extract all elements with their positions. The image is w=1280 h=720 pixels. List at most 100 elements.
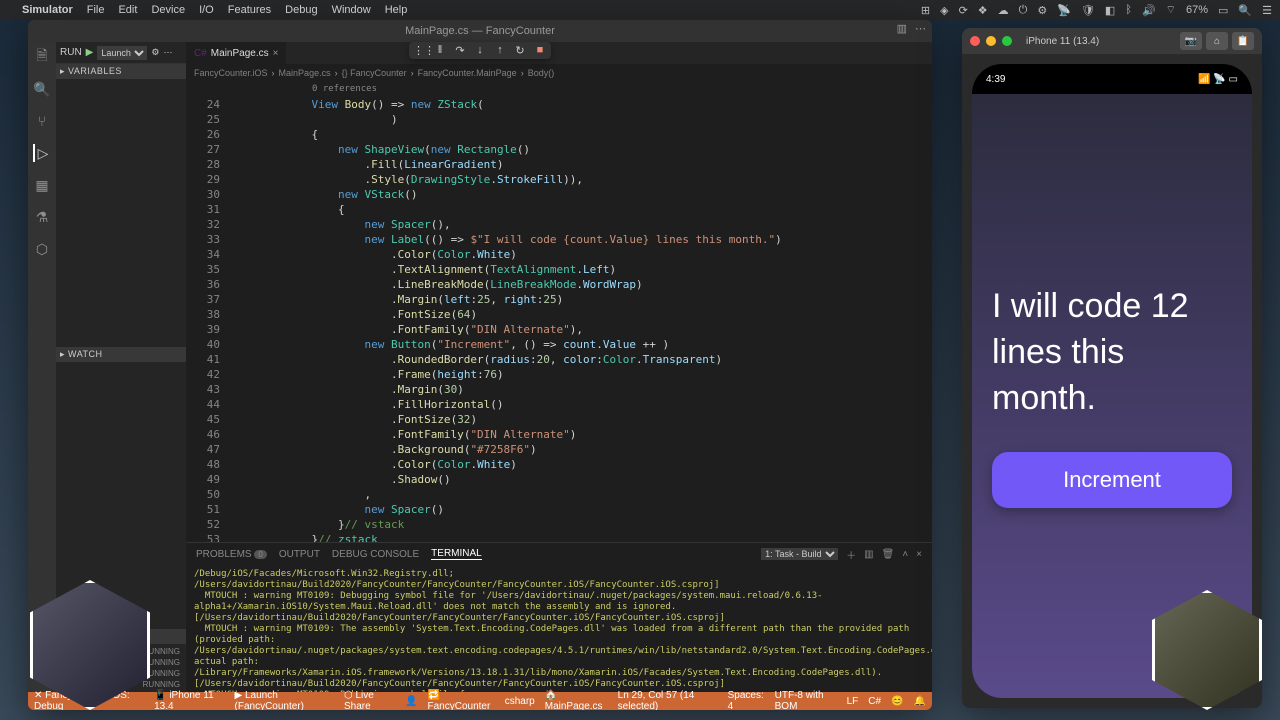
test-icon[interactable]: ⚗ — [33, 208, 51, 226]
status-icon[interactable]: 📡 — [1057, 4, 1071, 17]
terminal-select[interactable]: 1: Task - Build — [761, 548, 838, 560]
tab-debug-console[interactable]: DEBUG CONSOLE — [332, 549, 419, 560]
status-item[interactable]: csharp — [505, 696, 535, 707]
screenshot-button[interactable]: 📷 — [1180, 32, 1202, 50]
phone-status-icons: 📶 📡 ▭ — [1198, 74, 1238, 85]
debug-toolbar: ⋮⋮ ‖ ↷ ↓ ↑ ↻ ■ — [409, 42, 551, 59]
status-item[interactable]: 🏠 MainPage.cs — [545, 690, 608, 710]
status-icon[interactable]: ⟳ — [959, 4, 968, 17]
status-item[interactable]: LF — [847, 696, 859, 707]
menu-edit[interactable]: Edit — [118, 4, 137, 16]
status-item[interactable]: 😊 — [891, 696, 903, 707]
status-item[interactable]: 🔁 FancyCounter — [428, 690, 495, 710]
run-label: RUN — [60, 47, 82, 58]
close-tab-icon[interactable]: × — [273, 48, 279, 59]
terminal-output[interactable]: /Debug/iOS/Facades/Microsoft.Win32.Regis… — [186, 565, 932, 692]
tab-problems[interactable]: PROBLEMS 0 — [196, 549, 267, 560]
breadcrumb[interactable]: FancyCounter.iOS› MainPage.cs› {} FancyC… — [186, 64, 932, 82]
bluetooth-icon[interactable]: ᛒ — [1125, 4, 1132, 16]
remote-icon[interactable]: ⬡ — [33, 240, 51, 258]
menu-debug[interactable]: Debug — [285, 4, 317, 16]
trash-icon[interactable]: 🗑 — [882, 549, 895, 560]
debug-stop-icon[interactable]: ■ — [533, 44, 547, 57]
debug-stepover-icon[interactable]: ↷ — [453, 44, 467, 57]
split-editor-icon[interactable]: ▥ — [897, 22, 907, 35]
status-icon[interactable]: ◈ — [940, 4, 948, 17]
debug-stepin-icon[interactable]: ↓ — [473, 44, 487, 57]
panel-tab-bar: PROBLEMS 0 OUTPUT DEBUG CONSOLE TERMINAL… — [186, 543, 932, 565]
activity-bar: 🗎 🔍 ⑂ ▷ ▦ ⚗ ⬡ — [28, 42, 56, 692]
status-icon[interactable]: 🛡 — [1081, 4, 1095, 17]
vscode-titlebar: MainPage.cs — FancyCounter ⋮⋮ ‖ ↷ ↓ ↑ ↻ … — [28, 20, 932, 42]
debug-stepout-icon[interactable]: ↑ — [493, 44, 507, 57]
search-icon[interactable]: 🔍 — [33, 80, 51, 98]
status-item[interactable]: 🔔 — [914, 696, 926, 707]
more-icon[interactable]: ⋯ — [915, 22, 926, 35]
battery-percent: 67% — [1186, 4, 1208, 16]
status-item[interactable]: 👤 — [405, 696, 417, 707]
debug-drag-icon[interactable]: ⋮⋮ — [413, 44, 427, 57]
close-traffic-light[interactable] — [970, 36, 980, 46]
variables-section[interactable]: ▸ VARIABLES — [56, 64, 186, 79]
close-panel-icon[interactable]: × — [916, 549, 922, 560]
debug-pause-icon[interactable]: ‖ — [433, 44, 447, 57]
status-item[interactable]: 📱 iPhone 11 13.4 — [154, 690, 224, 710]
editor-tab-bar: C# MainPage.cs × — [186, 42, 932, 64]
simulator-title: iPhone 11 (13.4) — [1018, 36, 1174, 47]
status-icon[interactable]: ⏻ — [1019, 4, 1028, 17]
tab-output[interactable]: OUTPUT — [279, 549, 320, 560]
increment-button[interactable]: Increment — [992, 452, 1232, 508]
editor-tab[interactable]: C# MainPage.cs × — [186, 42, 287, 64]
menu-device[interactable]: Device — [151, 4, 185, 16]
battery-icon: ▭ — [1218, 4, 1228, 17]
run-debug-icon[interactable]: ▷ — [33, 144, 51, 162]
maximize-panel-icon[interactable]: ˄ — [902, 549, 908, 560]
status-item[interactable]: ⬡ Live Share — [344, 690, 395, 710]
vscode-window: MainPage.cs — FancyCounter ⋮⋮ ‖ ↷ ↓ ↑ ↻ … — [28, 20, 932, 710]
split-terminal-icon[interactable]: ▥ — [864, 549, 873, 560]
csharp-file-icon: C# — [194, 48, 207, 59]
zoom-traffic-light[interactable] — [1002, 36, 1012, 46]
app-name[interactable]: Simulator — [22, 4, 73, 16]
menu-window[interactable]: Window — [332, 4, 371, 16]
simulator-titlebar: iPhone 11 (13.4) 📷 ⌂ 📋 — [962, 28, 1262, 54]
status-icon[interactable]: ☁ — [998, 4, 1009, 17]
rotate-button[interactable]: 📋 — [1232, 32, 1254, 50]
control-center-icon[interactable]: ☰ — [1262, 4, 1272, 17]
menu-help[interactable]: Help — [385, 4, 408, 16]
status-item[interactable]: Spaces: 4 — [728, 690, 765, 710]
menubar-status-icons: ⊞ ◈ ⟳ ❖ ☁ ⏻ ⚙ 📡 🛡 ◧ ᛒ 🔊 ⌔ 67% ▭ 🔍 ☰ — [921, 3, 1272, 17]
new-terminal-icon[interactable]: ＋ — [846, 547, 856, 562]
ellipsis-icon[interactable]: ⋯ — [163, 47, 172, 58]
explorer-icon[interactable]: 🗎 — [33, 48, 51, 66]
menu-io[interactable]: I/O — [199, 4, 214, 16]
tab-terminal[interactable]: TERMINAL — [431, 548, 482, 560]
volume-icon[interactable]: 🔊 — [1142, 4, 1156, 17]
status-item[interactable]: Ln 29, Col 57 (14 selected) — [618, 690, 718, 710]
status-icon[interactable]: ⚙ — [1037, 4, 1047, 17]
home-button[interactable]: ⌂ — [1206, 32, 1228, 50]
extensions-icon[interactable]: ▦ — [33, 176, 51, 194]
start-debug-icon[interactable]: ▶ — [86, 47, 94, 58]
phone-status-bar: 4:39 📶 📡 ▭ — [972, 64, 1252, 94]
vscode-title-text: MainPage.cs — FancyCounter — [405, 25, 555, 37]
launch-config-select[interactable]: Launch — [97, 46, 147, 60]
spotlight-icon[interactable]: 🔍 — [1238, 4, 1252, 17]
menu-features[interactable]: Features — [228, 4, 271, 16]
watch-section[interactable]: ▸ WATCH — [56, 347, 186, 362]
status-item[interactable]: UTF-8 with BOM — [775, 690, 837, 710]
menu-file[interactable]: File — [87, 4, 105, 16]
wifi-icon[interactable]: ⌔ — [1166, 3, 1176, 17]
debug-restart-icon[interactable]: ↻ — [513, 44, 527, 57]
status-icon[interactable]: ◧ — [1105, 4, 1115, 17]
run-toolbar: RUN ▶ Launch ⚙ ⋯ — [56, 42, 186, 64]
status-item[interactable]: C# — [868, 696, 881, 707]
editor-area: C# MainPage.cs × FancyCounter.iOS› MainP… — [186, 42, 932, 692]
code-editor[interactable]: 2425262728293031323334353637383940414243… — [186, 82, 932, 542]
status-icon[interactable]: ⊞ — [921, 4, 930, 17]
minimize-traffic-light[interactable] — [986, 36, 996, 46]
status-icon[interactable]: ❖ — [978, 4, 988, 17]
source-control-icon[interactable]: ⑂ — [33, 112, 51, 130]
gear-icon[interactable]: ⚙ — [151, 47, 159, 58]
status-item[interactable]: ▶ Launch (FancyCounter) — [235, 690, 334, 710]
